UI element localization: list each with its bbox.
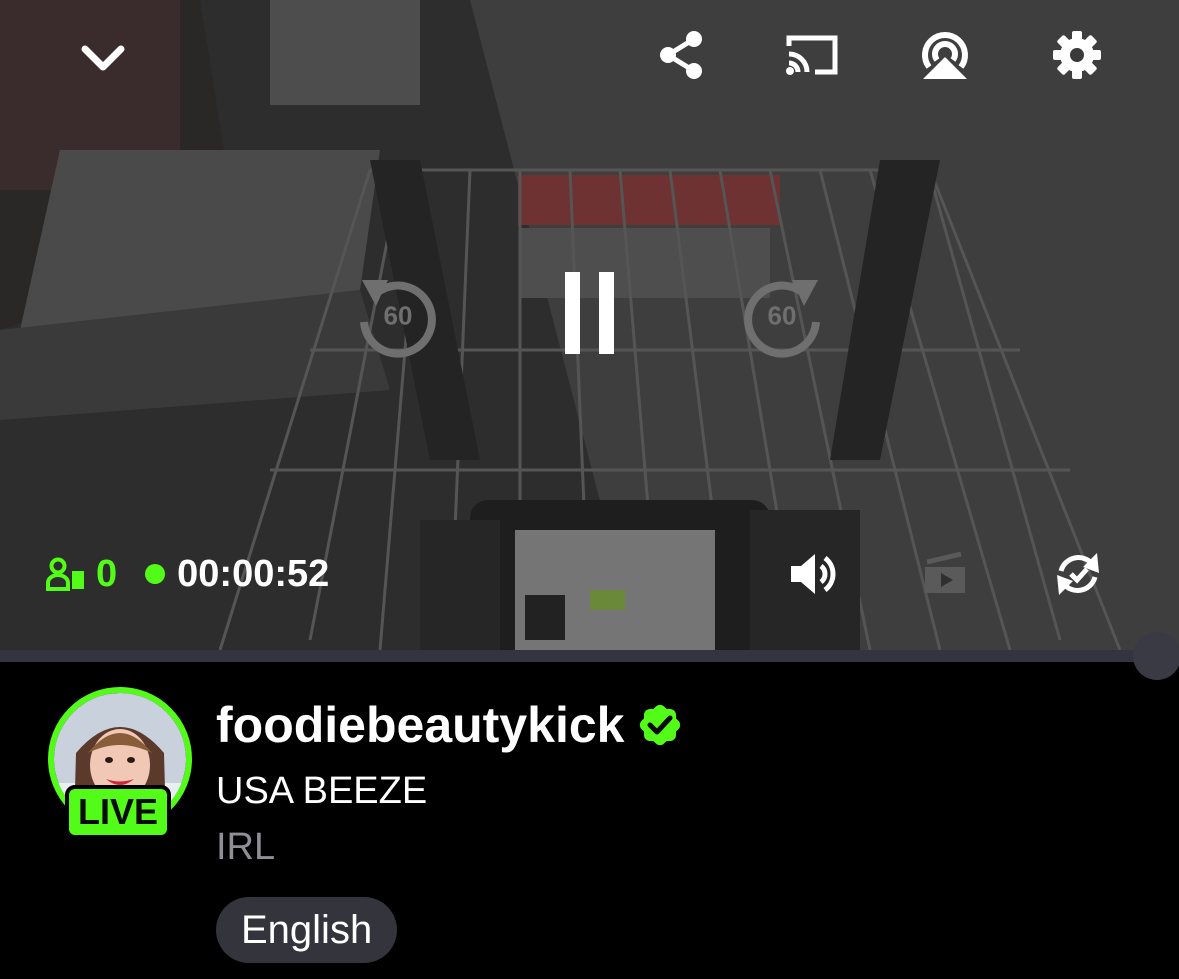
picture-in-picture-icon xyxy=(925,551,965,593)
chevron-down-icon xyxy=(81,45,125,71)
rewind-label: 60 xyxy=(383,300,413,331)
share-icon xyxy=(660,31,702,79)
stream-stats: 0 00:00:52 xyxy=(46,553,329,595)
forward-60-button[interactable]: 60 xyxy=(736,272,828,360)
channel-avatar[interactable]: LIVE xyxy=(48,687,192,839)
gear-icon xyxy=(1053,31,1101,79)
channel-name-row[interactable]: foodiebeautykick xyxy=(216,696,684,754)
stream-category[interactable]: IRL xyxy=(216,826,275,869)
rotate-button[interactable] xyxy=(1050,546,1106,602)
rotate-icon xyxy=(1057,553,1099,595)
elapsed-time: 00:00:52 xyxy=(177,552,330,595)
settings-button[interactable] xyxy=(1050,28,1104,82)
live-badge: LIVE xyxy=(65,785,172,839)
rewind-60-button[interactable]: 60 xyxy=(352,272,444,360)
share-button[interactable] xyxy=(655,28,707,82)
pause-icon xyxy=(565,272,614,354)
stream-title: USA BEEZE xyxy=(216,770,428,812)
volume-button[interactable] xyxy=(786,546,840,602)
video-player[interactable]: 60 60 0 00:00:52 xyxy=(0,0,1179,655)
channel-name[interactable]: foodiebeautykick xyxy=(216,696,624,754)
cast-button[interactable] xyxy=(784,30,840,80)
volume-icon xyxy=(791,554,836,594)
viewers-icon xyxy=(46,557,84,591)
pause-button[interactable] xyxy=(555,268,623,358)
viewer-count: 0 xyxy=(96,552,118,595)
airplay-icon xyxy=(922,32,968,79)
progress-scrubber[interactable] xyxy=(1133,632,1179,680)
collapse-button[interactable] xyxy=(75,30,131,86)
language-tag[interactable]: English xyxy=(216,897,398,963)
airplay-button[interactable] xyxy=(916,26,974,82)
cast-icon xyxy=(786,35,838,75)
live-indicator-dot xyxy=(145,564,166,584)
pip-button[interactable] xyxy=(918,546,972,600)
progress-bar[interactable] xyxy=(0,650,1179,662)
verified-badge-icon xyxy=(640,704,681,746)
forward-label: 60 xyxy=(767,300,797,331)
